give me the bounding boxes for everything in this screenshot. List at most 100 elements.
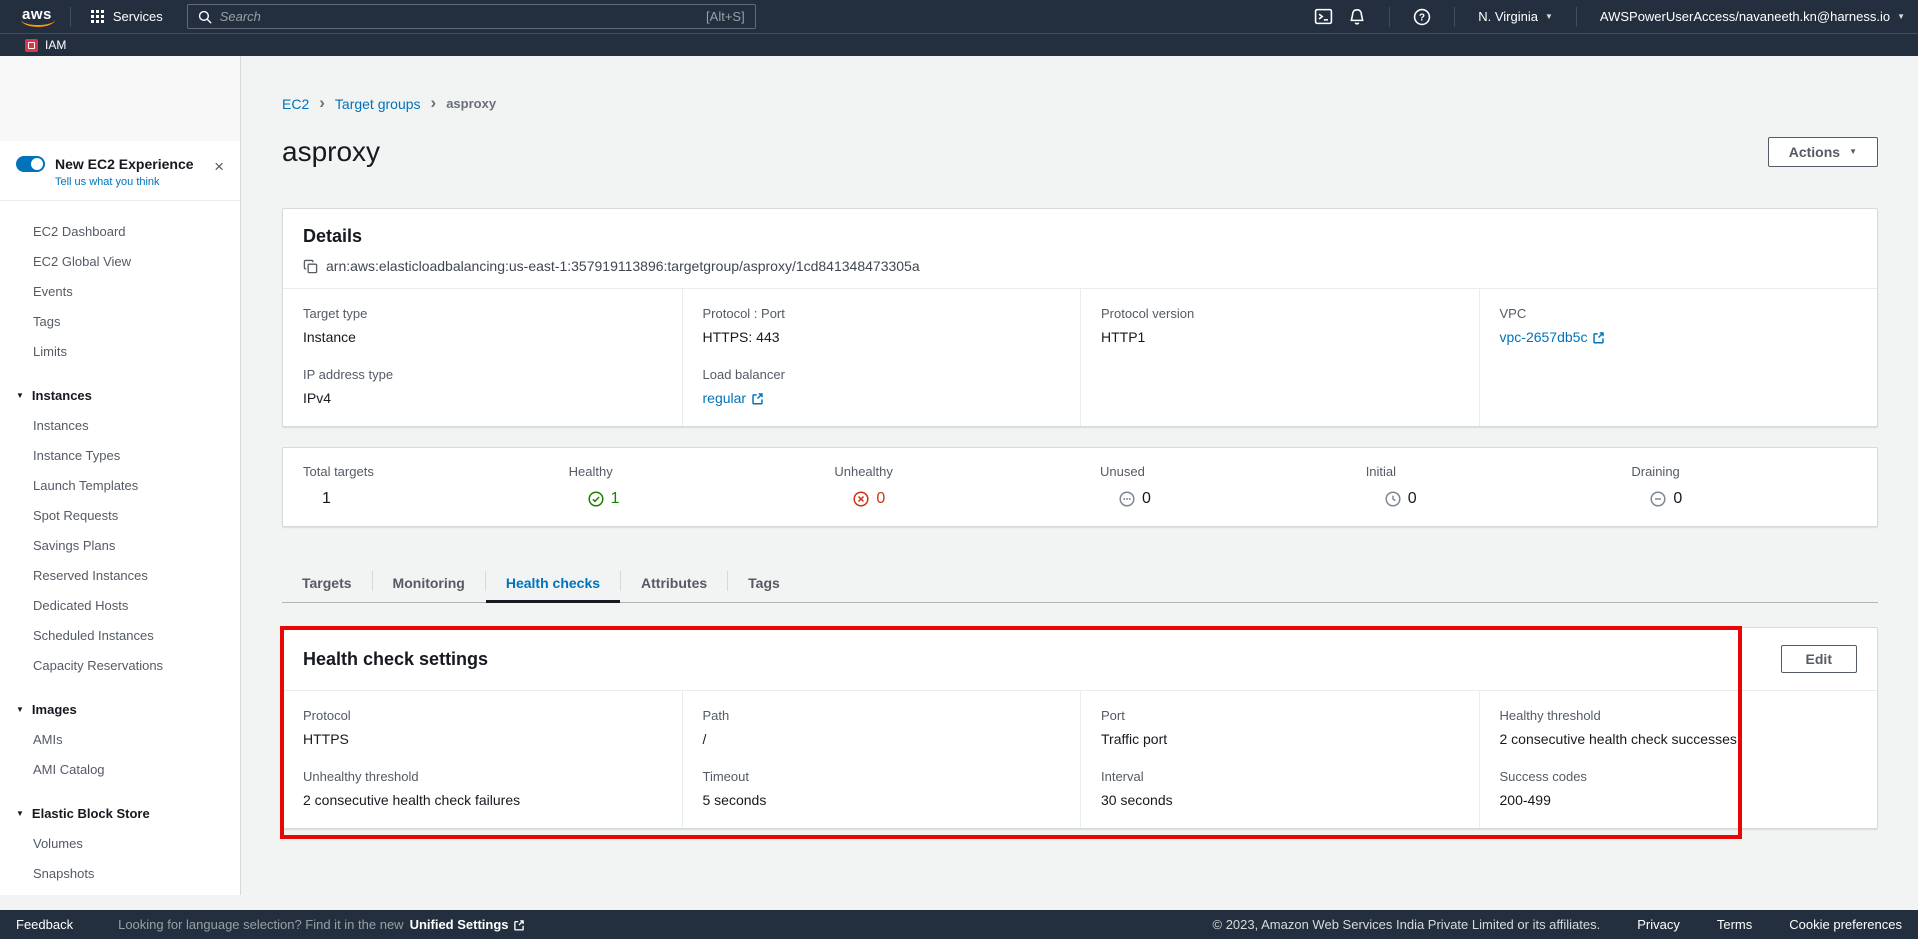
breadcrumb: EC2 › Target groups › asproxy (282, 95, 1878, 112)
sidebar-item-spot-requests[interactable]: Spot Requests (0, 501, 240, 531)
healthy-value: 1 (611, 490, 620, 508)
sidebar-section-instances[interactable]: ▼ Instances (0, 381, 240, 411)
unhealthy-label: Unhealthy (834, 464, 1060, 479)
unused-value: 0 (1142, 490, 1151, 508)
ellipsis-circle-icon (1119, 491, 1135, 507)
sidebar-item-capacity-reservations[interactable]: Capacity Reservations (0, 651, 240, 681)
details-col-4: VPC vpc-2657db5c (1479, 289, 1878, 426)
sidebar-item-ami-catalog[interactable]: AMI Catalog (0, 755, 240, 785)
unhealthy-value: 0 (876, 490, 885, 508)
copyright-text: © 2023, Amazon Web Services India Privat… (1213, 917, 1601, 932)
page-header: asproxy Actions ▼ (282, 136, 1878, 168)
privacy-link[interactable]: Privacy (1637, 917, 1680, 932)
new-experience-title: New EC2 Experience (55, 156, 194, 172)
sidebar-item-reserved-instances[interactable]: Reserved Instances (0, 561, 240, 591)
notifications-bell-icon[interactable] (1348, 8, 1366, 26)
interval-label: Interval (1101, 769, 1459, 784)
sidebar-item-instances[interactable]: Instances (0, 411, 240, 441)
sidebar-item-volumes[interactable]: Volumes (0, 829, 240, 859)
unhealthy-threshold-label: Unhealthy threshold (303, 769, 662, 784)
section-header-label: Instances (32, 388, 92, 403)
help-icon[interactable]: ? (1413, 8, 1431, 26)
breadcrumb-current: asproxy (446, 96, 496, 111)
port-value: Traffic port (1101, 731, 1459, 747)
breadcrumb-target-groups[interactable]: Target groups (335, 96, 421, 112)
caret-down-icon: ▼ (16, 809, 24, 818)
sidebar-item-instance-types[interactable]: Instance Types (0, 441, 240, 471)
actions-button[interactable]: Actions ▼ (1768, 137, 1878, 167)
close-icon[interactable]: × (214, 158, 224, 175)
region-selector[interactable]: N. Virginia ▼ (1478, 9, 1553, 24)
path-label: Path (703, 708, 1061, 723)
topnav-divider (1389, 7, 1390, 27)
edit-label: Edit (1806, 651, 1832, 667)
healthy-count: Healthy 1 (549, 462, 815, 510)
sidebar-item-ec2-dashboard[interactable]: EC2 Dashboard (0, 217, 240, 247)
load-balancer-value: regular (703, 390, 747, 406)
ip-address-type-value: IPv4 (303, 390, 662, 406)
sidebar-item-savings-plans[interactable]: Savings Plans (0, 531, 240, 561)
cookie-preferences-link[interactable]: Cookie preferences (1789, 917, 1902, 932)
unused-label: Unused (1100, 464, 1326, 479)
global-search[interactable]: [Alt+S] (187, 4, 756, 29)
healthy-threshold-label: Healthy threshold (1500, 708, 1858, 723)
sidebar-nav: EC2 Dashboard EC2 Global View Events Tag… (0, 201, 240, 895)
language-text: Looking for language selection? Find it … (118, 917, 403, 932)
search-icon (198, 10, 212, 24)
top-navigation: aws Services [Alt+S] ? N. Virginia ▼ (0, 0, 1918, 33)
success-codes-value: 200-499 (1500, 792, 1858, 808)
sidebar-item-limits[interactable]: Limits (0, 337, 240, 367)
sidebar-section-images[interactable]: ▼ Images (0, 695, 240, 725)
sidebar-item-snapshots[interactable]: Snapshots (0, 859, 240, 889)
timeout-label: Timeout (703, 769, 1061, 784)
tab-targets[interactable]: Targets (282, 564, 372, 602)
unused-count: Unused 0 (1080, 462, 1346, 510)
tab-attributes[interactable]: Attributes (621, 564, 727, 602)
iam-label: IAM (45, 38, 66, 52)
breadcrumb-ec2[interactable]: EC2 (282, 96, 309, 112)
sidebar-item-ec2-global-view[interactable]: EC2 Global View (0, 247, 240, 277)
favorite-iam-link[interactable]: IAM (25, 38, 66, 52)
arn-row: arn:aws:elasticloadbalancing:us-east-1:3… (303, 258, 1857, 274)
draining-label: Draining (1631, 464, 1857, 479)
sidebar-item-tags[interactable]: Tags (0, 307, 240, 337)
sidebar-item-amis[interactable]: AMIs (0, 725, 240, 755)
sidebar-item-launch-templates[interactable]: Launch Templates (0, 471, 240, 501)
caret-down-icon: ▼ (16, 391, 24, 400)
account-menu[interactable]: AWSPowerUserAccess/navaneeth.kn@harness.… (1600, 9, 1905, 24)
load-balancer-link[interactable]: regular (703, 390, 765, 406)
vpc-link[interactable]: vpc-2657db5c (1500, 329, 1606, 345)
tell-us-link[interactable]: Tell us what you think (55, 176, 224, 188)
services-menu-button[interactable]: Services (79, 0, 175, 33)
sidebar-item-dedicated-hosts[interactable]: Dedicated Hosts (0, 591, 240, 621)
edit-button[interactable]: Edit (1781, 645, 1857, 673)
footer: Feedback Looking for language selection?… (0, 910, 1918, 939)
draining-value: 0 (1673, 490, 1682, 508)
sidebar-item-events[interactable]: Events (0, 277, 240, 307)
chevron-right-icon: › (319, 94, 325, 111)
topnav-divider (1454, 7, 1455, 27)
unhealthy-threshold-value: 2 consecutive health check failures (303, 792, 662, 808)
unified-settings-link[interactable]: Unified Settings (410, 917, 525, 932)
aws-logo[interactable]: aws (12, 4, 62, 29)
topnav-divider (1576, 7, 1577, 27)
external-link-icon (1592, 331, 1605, 344)
iam-service-icon (25, 39, 38, 52)
tab-tags[interactable]: Tags (728, 564, 800, 602)
feedback-link[interactable]: Feedback (16, 917, 73, 932)
sidebar-item-scheduled-instances[interactable]: Scheduled Instances (0, 621, 240, 651)
search-input[interactable] (220, 9, 698, 24)
cloudshell-icon[interactable] (1314, 7, 1333, 26)
copy-icon[interactable] (303, 259, 318, 274)
sidebar-section-ebs[interactable]: ▼ Elastic Block Store (0, 799, 240, 829)
account-label: AWSPowerUserAccess/navaneeth.kn@harness.… (1600, 9, 1890, 24)
protocol-value: HTTPS (303, 731, 662, 747)
terms-link[interactable]: Terms (1717, 917, 1752, 932)
total-targets: Total targets 1 (283, 462, 549, 510)
tab-monitoring[interactable]: Monitoring (373, 564, 485, 602)
topnav-divider (70, 7, 71, 27)
tab-health-checks[interactable]: Health checks (486, 564, 620, 602)
protocol-label: Protocol (303, 708, 662, 723)
new-experience-toggle[interactable] (16, 156, 45, 172)
main-content: EC2 › Target groups › asproxy asproxy Ac… (241, 56, 1918, 910)
